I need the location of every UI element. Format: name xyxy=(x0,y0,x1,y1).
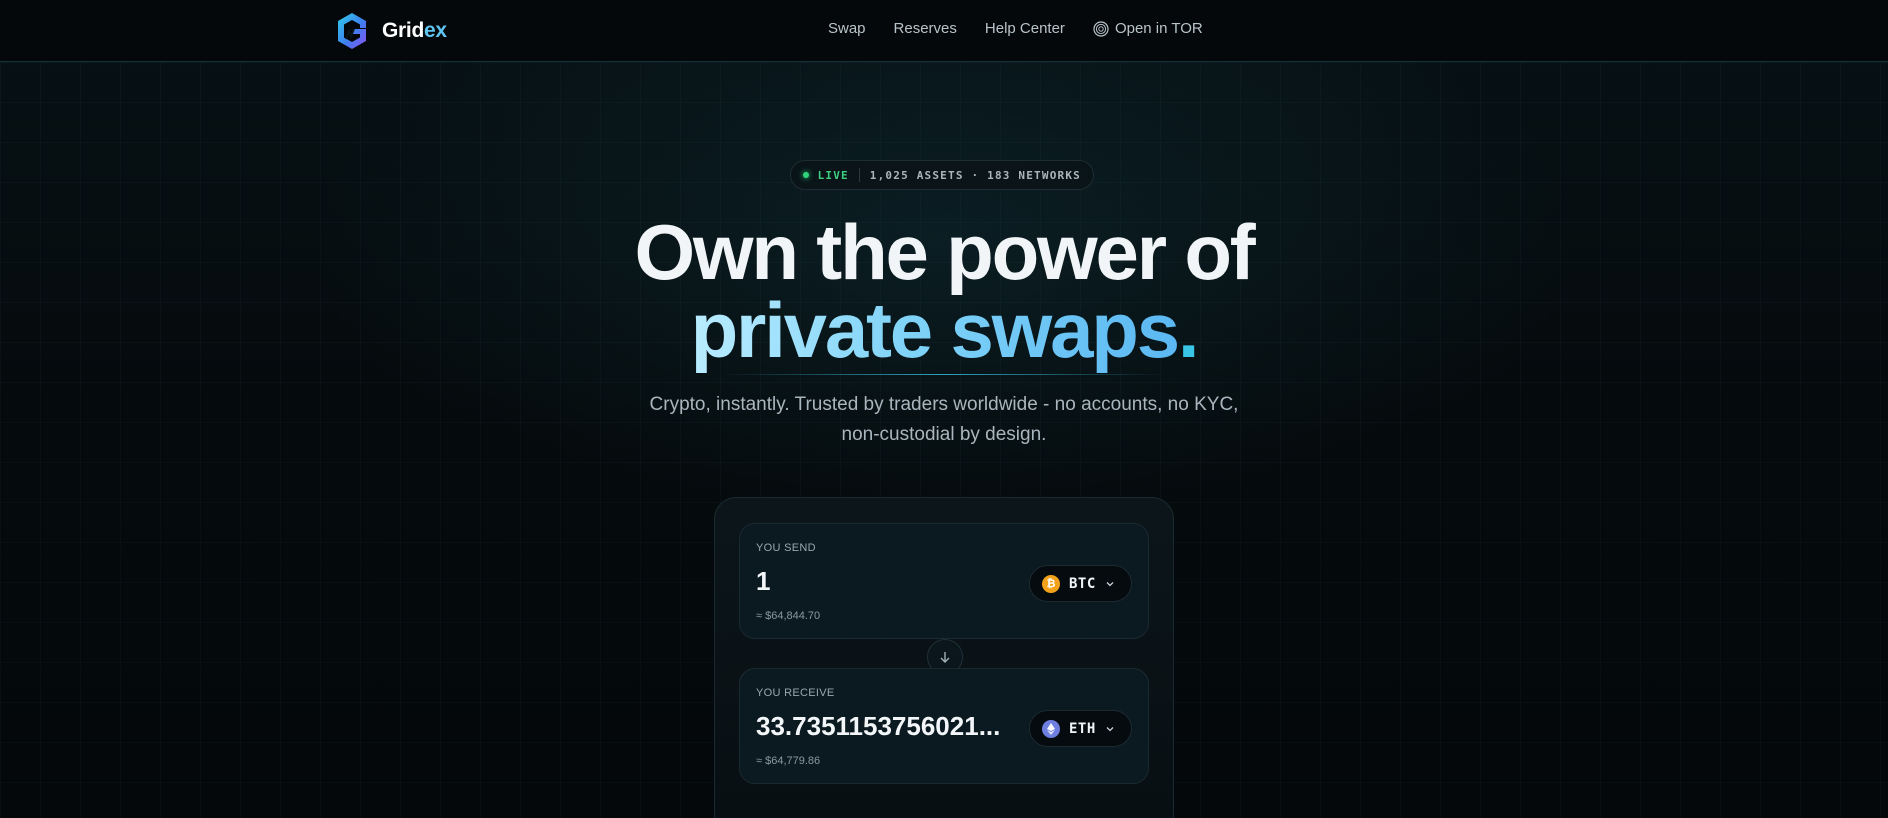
hero-heading-line1: Own the power of xyxy=(634,208,1255,296)
assets-networks-count: 1,025 ASSETS · 183 NETWORKS xyxy=(869,168,1081,182)
send-panel: YOU SEND ≈ $64,844.70 ₿ BTC xyxy=(739,523,1149,639)
receive-token-selector[interactable]: ETH xyxy=(1029,710,1132,747)
receive-label: YOU RECEIVE xyxy=(756,687,835,699)
arrow-down-icon xyxy=(940,652,950,663)
page: Grid ex Swap Reserves Help Center Open in… xyxy=(0,0,1888,818)
chevron-down-icon xyxy=(1106,581,1114,586)
receive-token-symbol: ETH xyxy=(1069,720,1096,737)
nav-link-reserves[interactable]: Reserves xyxy=(894,20,957,37)
badge-divider xyxy=(858,168,860,182)
swap-card: YOU SEND ≈ $64,844.70 ₿ BTC YOU RECEIVE … xyxy=(714,497,1174,818)
tor-onion-icon xyxy=(1093,20,1109,37)
hero-subtitle-line1: Crypto, instantly. Trusted by traders wo… xyxy=(649,394,1239,415)
hero-heading: Own the power of private swaps. xyxy=(0,208,1888,369)
nav-link-open-in-tor-label: Open in TOR xyxy=(1114,20,1203,37)
brand-name-part2: ex xyxy=(423,19,447,42)
nav-link-open-in-tor[interactable]: Open in TOR xyxy=(1093,20,1203,37)
chevron-down-icon xyxy=(1106,726,1114,731)
send-token-selector[interactable]: ₿ BTC xyxy=(1029,565,1132,602)
brand-logo-link[interactable]: Grid ex xyxy=(336,12,447,50)
receive-panel: YOU RECEIVE 33.7351153756021... ≈ $64,77… xyxy=(739,668,1149,784)
hero-subtitle-line2: non-custodial by design. xyxy=(841,424,1047,445)
hero-subtitle: Crypto, instantly. Trusted by traders wo… xyxy=(0,390,1888,450)
bitcoin-icon: ₿ xyxy=(1042,574,1060,593)
heading-underline-divider xyxy=(724,374,1164,375)
send-usd-value: ≈ $64,844.70 xyxy=(756,610,821,622)
gridex-logo-icon xyxy=(338,13,366,49)
live-status-badge: LIVE 1,025 ASSETS · 183 NETWORKS xyxy=(790,160,1094,190)
send-label: YOU SEND xyxy=(756,542,816,554)
live-dot-icon xyxy=(803,172,809,178)
nav-link-help-center[interactable]: Help Center xyxy=(985,20,1065,37)
hero-heading-dot: . xyxy=(1177,286,1200,374)
ethereum-glyph-icon xyxy=(1047,722,1055,735)
receive-amount-value: 33.7351153756021... xyxy=(756,711,1001,741)
nav-link-swap[interactable]: Swap xyxy=(828,20,866,37)
brand-name: Grid ex xyxy=(382,19,447,43)
hero-heading-highlight: private swaps xyxy=(690,286,1181,374)
ethereum-icon xyxy=(1042,719,1060,738)
top-navbar: Grid ex Swap Reserves Help Center Open in… xyxy=(0,0,1888,62)
hero-heading-line2: private swaps. xyxy=(691,291,1200,369)
send-amount-input[interactable] xyxy=(756,566,1026,597)
live-label: LIVE xyxy=(817,168,849,182)
receive-usd-value: ≈ $64,779.86 xyxy=(756,755,821,767)
send-token-symbol: BTC xyxy=(1069,575,1096,592)
brand-name-part1: Grid xyxy=(382,19,424,42)
nav-links: Swap Reserves Help Center Open in TOR xyxy=(828,20,1203,37)
